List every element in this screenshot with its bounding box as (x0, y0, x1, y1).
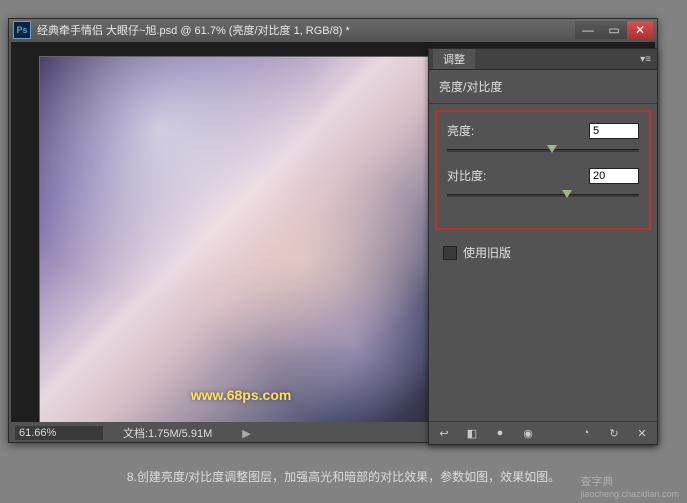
status-menu-arrow[interactable]: ▶ (242, 427, 250, 440)
brightness-thumb[interactable] (547, 145, 557, 153)
contrast-row: 对比度: 20 (447, 167, 639, 184)
use-legacy-checkbox[interactable] (443, 246, 457, 260)
title-bar: Ps 经典牵手情侣 大眼仔~旭.psd @ 61.7% (亮度/对比度 1, R… (9, 19, 657, 41)
panel-bottom-bar: ↩ ◧ ● ◉ ◔ ↻ ✕ (429, 421, 657, 444)
brightness-contrast-controls: 亮度: 5 对比度: 20 (435, 110, 651, 230)
window-controls: — ▭ ✕ (575, 21, 653, 39)
site-watermark: 查字典 jiaocheng.chazidian.com (580, 473, 679, 499)
panel-btn-delete-icon[interactable]: ✕ (633, 425, 651, 441)
image-preview: www.68ps.com (39, 56, 443, 422)
site-name: 查字典 (580, 476, 613, 488)
panel-menu-icon[interactable]: ▾≡ (640, 54, 651, 65)
contrast-input[interactable]: 20 (589, 168, 639, 184)
window-title: 经典牵手情侣 大眼仔~旭.psd @ 61.7% (亮度/对比度 1, RGB/… (37, 22, 575, 38)
brightness-label: 亮度: (447, 122, 507, 139)
brightness-row: 亮度: 5 (447, 122, 639, 139)
contrast-label: 对比度: (447, 167, 507, 184)
zoom-value[interactable]: 61.66% (15, 426, 103, 440)
panel-btn-mask-icon[interactable]: ● (491, 425, 509, 441)
brightness-input[interactable]: 5 (589, 123, 639, 139)
contrast-slider[interactable] (447, 188, 639, 202)
brightness-slider[interactable] (447, 143, 639, 157)
contrast-thumb[interactable] (562, 190, 572, 198)
ps-icon: Ps (13, 21, 31, 39)
doc-size: 文档:1.75M/5.91M (123, 425, 212, 441)
panel-btn-preview-icon[interactable]: ◔ (577, 425, 595, 441)
panel-subtitle: 亮度/对比度 (429, 70, 657, 104)
panel-tab-adjustments[interactable]: 调整 (433, 49, 475, 69)
panel-btn-eye-icon[interactable]: ◉ (519, 425, 537, 441)
panel-btn-back-icon[interactable]: ↩ (435, 425, 453, 441)
adjustments-panel: 调整 ▾≡ 亮度/对比度 亮度: 5 对比度: 20 使用旧版 ↩ ◧ ● ◉ … (428, 48, 658, 445)
minimize-button[interactable]: — (575, 21, 601, 39)
panel-btn-clip-icon[interactable]: ◧ (463, 425, 481, 441)
brightness-track (447, 149, 639, 152)
contrast-track (447, 194, 639, 197)
use-legacy-row: 使用旧版 (429, 236, 657, 269)
use-legacy-label: 使用旧版 (463, 244, 511, 261)
panel-btn-reset-icon[interactable]: ↻ (605, 425, 623, 441)
maximize-button[interactable]: ▭ (601, 21, 627, 39)
close-button[interactable]: ✕ (627, 21, 653, 39)
panel-tab-bar: 调整 ▾≡ (429, 49, 657, 70)
site-url: jiaocheng.chazidian.com (580, 489, 679, 499)
image-watermark: www.68ps.com (191, 387, 292, 403)
